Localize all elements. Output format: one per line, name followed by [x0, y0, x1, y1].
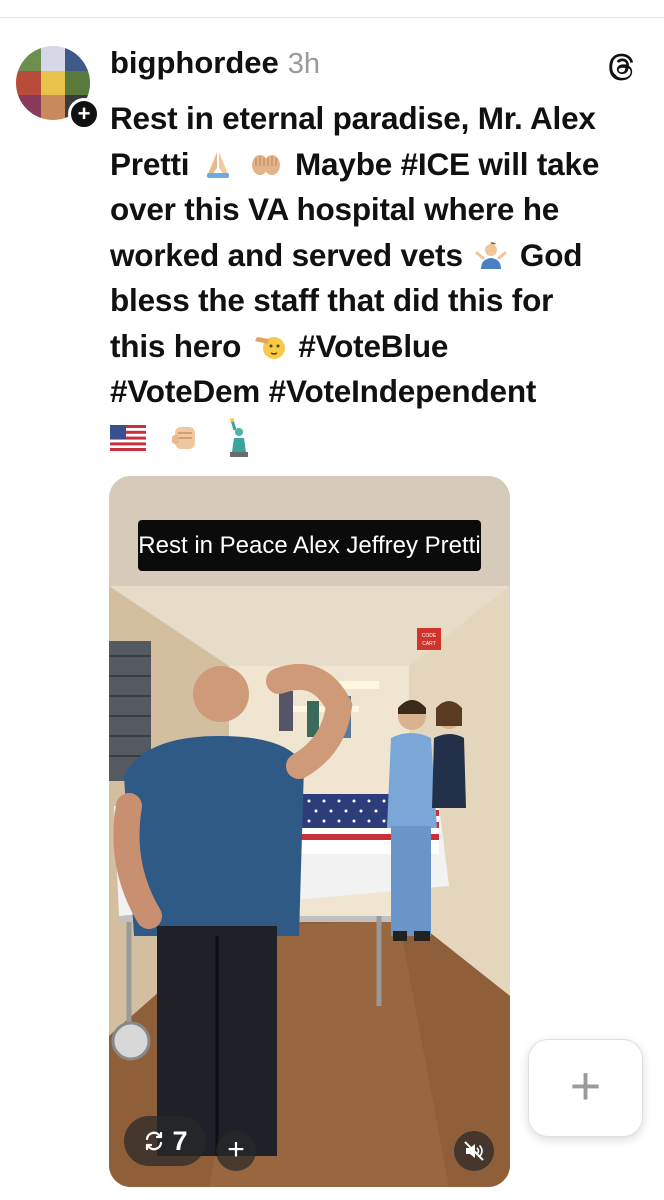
palms-up-emoji — [252, 154, 281, 175]
mute-button[interactable] — [454, 1131, 494, 1171]
raised-fist-emoji — [172, 427, 195, 449]
video-frame: CODE CART — [109, 476, 510, 1187]
add-to-media-button[interactable]: + — [216, 1131, 256, 1171]
post-line: worked and served vets — [110, 236, 463, 273]
new-post-button[interactable]: + — [528, 1039, 643, 1137]
top-divider — [0, 17, 664, 18]
repost-count-button[interactable]: 7 — [124, 1116, 206, 1166]
post-line: God — [519, 236, 583, 273]
code-cart-sign-line2: CART — [422, 641, 436, 647]
post-line: #VoteBlue — [298, 327, 449, 364]
avatar[interactable]: + — [16, 46, 100, 130]
post-body: Rest in eternal paradise, Mr. Alex Prett… — [110, 96, 650, 415]
timestamp: 3h — [287, 48, 321, 80]
post-line: this hero — [110, 327, 242, 364]
post-line: #VoteDem #VoteIndependent — [110, 373, 537, 409]
post-header: bigphordee 3h — [110, 45, 320, 85]
us-flag-emoji — [110, 425, 146, 451]
username[interactable]: bigphordee — [110, 45, 279, 81]
saluting-emoji — [254, 336, 285, 359]
threads-logo-icon[interactable] — [608, 52, 638, 82]
emoji-row — [110, 418, 254, 458]
person-shrugging-emoji — [475, 241, 507, 269]
post-line: Rest in eternal paradise, Mr. Alex — [110, 100, 596, 136]
video-player[interactable]: CODE CART Rest in Peace Alex Jeffrey Pre… — [109, 476, 510, 1187]
post-line: Maybe #ICE will take — [295, 145, 600, 182]
code-cart-sign-line1: CODE — [422, 633, 437, 639]
post-line: over this VA hospital where he — [110, 191, 560, 227]
folded-hands-emoji — [206, 151, 229, 178]
statue-of-liberty-emoji — [230, 418, 248, 457]
repost-count: 7 — [172, 1125, 188, 1156]
speaker-muted-icon — [464, 1141, 484, 1161]
video-caption: Rest in Peace Alex Jeffrey Pretti — [138, 520, 481, 571]
post-line: bless the staff that did this for — [110, 282, 554, 318]
post-line: Pretti — [110, 145, 190, 182]
repost-icon — [146, 1131, 163, 1151]
follow-plus-button[interactable]: + — [68, 98, 100, 130]
